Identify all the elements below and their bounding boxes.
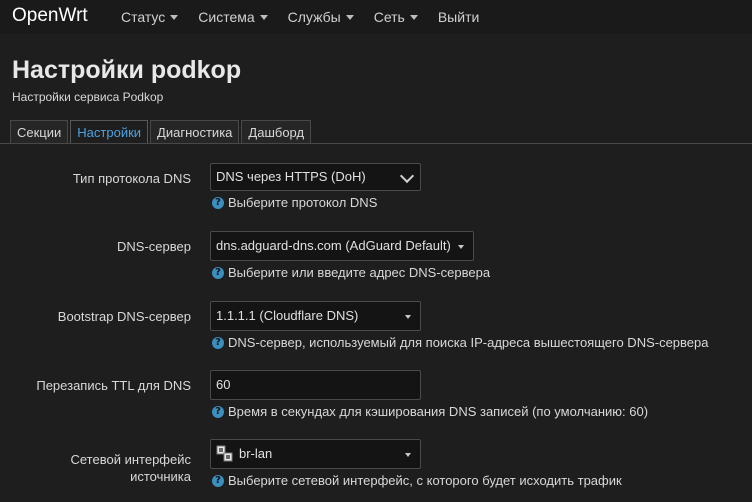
chevron-down-icon <box>405 453 411 457</box>
help-icon: ? <box>212 266 224 279</box>
bootstrap-dns-value: 1.1.1.1 (Cloudflare DNS) <box>216 308 359 323</box>
dns-server-combobox[interactable]: dns.adguard-dns.com (AdGuard Default) <box>210 231 474 261</box>
dns-protocol-select[interactable]: DNS через HTTPS (DoH) <box>210 163 421 191</box>
source-iface-help: ? Выберите сетевой интерфейс, с которого… <box>212 473 622 488</box>
help-icon: ? <box>212 474 224 487</box>
page-title: Настройки podkop <box>12 56 242 84</box>
source-iface-label: Сетевой интерфейс источника <box>71 451 192 485</box>
dns-protocol-label: Тип протокола DNS <box>72 171 191 186</box>
dns-ttl-label: Перезапись TTL для DNS <box>36 378 191 393</box>
menu-status[interactable]: Статус <box>121 9 179 25</box>
source-iface-help-text: Выберите сетевой интерфейс, с которого б… <box>228 473 622 488</box>
chevron-down-icon <box>345 15 354 20</box>
help-icon: ? <box>212 405 224 418</box>
menu-services[interactable]: Службы <box>288 9 354 25</box>
source-iface-value: br-lan <box>239 446 273 461</box>
chevron-down-icon <box>399 168 415 184</box>
bootstrap-dns-combobox[interactable]: 1.1.1.1 (Cloudflare DNS) <box>210 301 421 331</box>
chevron-down-icon <box>458 245 464 249</box>
menu-status-label: Статус <box>121 9 166 25</box>
tab-divider <box>0 143 752 144</box>
menu-system[interactable]: Система <box>198 9 268 25</box>
dns-server-label: DNS-сервер <box>117 239 191 254</box>
chevron-down-icon <box>405 315 411 319</box>
dns-server-value: dns.adguard-dns.com (AdGuard Default) <box>216 238 451 253</box>
dns-protocol-value: DNS через HTTPS (DoH) <box>216 169 366 184</box>
source-iface-label-line2: источника <box>130 469 191 484</box>
tab-sections[interactable]: Секции <box>10 120 69 144</box>
tab-dashboard[interactable]: Дашборд <box>241 120 312 144</box>
chevron-down-icon <box>259 15 268 20</box>
brand-logo[interactable]: OpenWrt <box>12 5 88 27</box>
section-tabs: Секции Настройки Диагностика Дашборд <box>10 120 313 144</box>
source-iface-label-line1: Сетевой интерфейс <box>70 452 192 467</box>
tab-settings[interactable]: Настройки <box>70 120 149 144</box>
page-subtitle: Настройки сервиса Podkop <box>12 90 164 104</box>
menu-logout[interactable]: Выйти <box>438 9 479 25</box>
network-interface-icon <box>216 445 233 462</box>
help-icon: ? <box>212 336 224 349</box>
help-icon: ? <box>212 196 224 209</box>
dns-server-help: ? Выберите или введите адрес DNS-сервера <box>212 265 490 280</box>
tab-diagnostics[interactable]: Диагностика <box>150 120 240 144</box>
chevron-down-icon <box>409 15 418 20</box>
dns-ttl-value: 60 <box>216 377 231 392</box>
bootstrap-dns-label: Bootstrap DNS-сервер <box>57 309 191 324</box>
dns-protocol-help-text: Выберите протокол DNS <box>228 195 378 210</box>
menu-network[interactable]: Сеть <box>374 9 418 25</box>
dns-server-help-text: Выберите или введите адрес DNS-сервера <box>228 265 491 280</box>
top-navbar: OpenWrt Статус Система Службы Сеть Выйти <box>0 0 752 34</box>
dns-ttl-help-text: Время в секундах для кэширования DNS зап… <box>228 404 649 419</box>
bootstrap-dns-help-text: DNS-сервер, используемый для поиска IP-а… <box>228 335 709 350</box>
dns-ttl-input[interactable]: 60 <box>210 370 421 400</box>
menu-services-label: Службы <box>287 9 341 25</box>
menu-network-label: Сеть <box>373 9 405 25</box>
bootstrap-dns-help: ? DNS-сервер, используемый для поиска IP… <box>212 335 709 350</box>
dns-protocol-help: ? Выберите протокол DNS <box>212 195 377 210</box>
dns-ttl-help: ? Время в секундах для кэширования DNS з… <box>212 404 648 419</box>
menu-logout-label: Выйти <box>437 9 480 25</box>
chevron-down-icon <box>170 15 179 20</box>
source-iface-select[interactable]: br-lan <box>210 439 421 469</box>
menu-system-label: Система <box>198 9 255 25</box>
main-menu: Статус Система Службы Сеть Выйти <box>121 9 499 25</box>
